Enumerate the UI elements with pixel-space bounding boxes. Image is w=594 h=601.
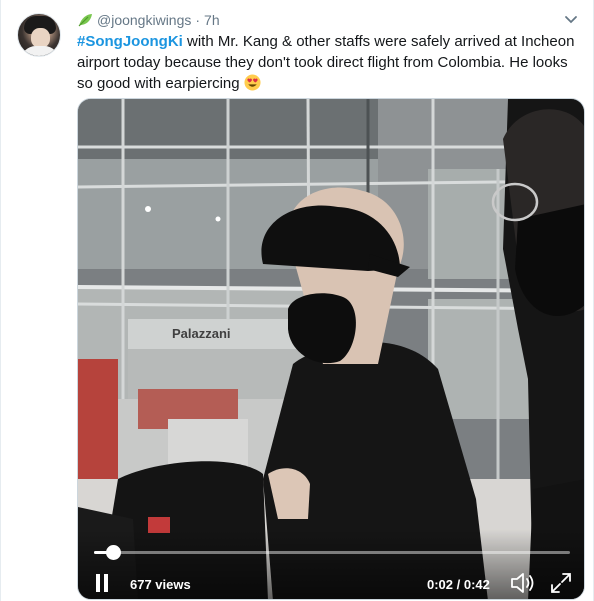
tweet-header: @joongkiwings · 7h bbox=[77, 11, 220, 29]
tweet-card[interactable]: @joongkiwings · 7h #SongJoongKi with Mr.… bbox=[0, 0, 594, 601]
view-count: 677 views bbox=[130, 577, 191, 592]
video-time: 0:02 / 0:42 bbox=[427, 577, 490, 592]
volume-icon[interactable] bbox=[510, 571, 536, 595]
progress-bar[interactable] bbox=[94, 545, 570, 560]
tweet-text: #SongJoongKi with Mr. Kang & other staff… bbox=[77, 31, 577, 94]
heart-eyes-emoji-icon bbox=[244, 74, 261, 91]
user-handle[interactable]: @joongkiwings bbox=[97, 12, 191, 28]
leaf-icon bbox=[77, 12, 93, 28]
hashtag-link[interactable]: #SongJoongKi bbox=[77, 33, 183, 50]
video-player[interactable]: Palazzani 677 views 0:02 / 0:42 bbox=[77, 98, 585, 600]
avatar[interactable] bbox=[17, 13, 61, 57]
chevron-down-icon[interactable] bbox=[563, 12, 579, 28]
sign-text: Palazzani bbox=[172, 326, 231, 341]
tweet-time[interactable]: 7h bbox=[204, 12, 220, 28]
video-frame bbox=[78, 99, 584, 599]
header-separator: · bbox=[195, 12, 201, 28]
fullscreen-icon[interactable] bbox=[550, 572, 572, 594]
pause-icon[interactable] bbox=[94, 573, 110, 593]
progress-knob[interactable] bbox=[106, 545, 122, 560]
